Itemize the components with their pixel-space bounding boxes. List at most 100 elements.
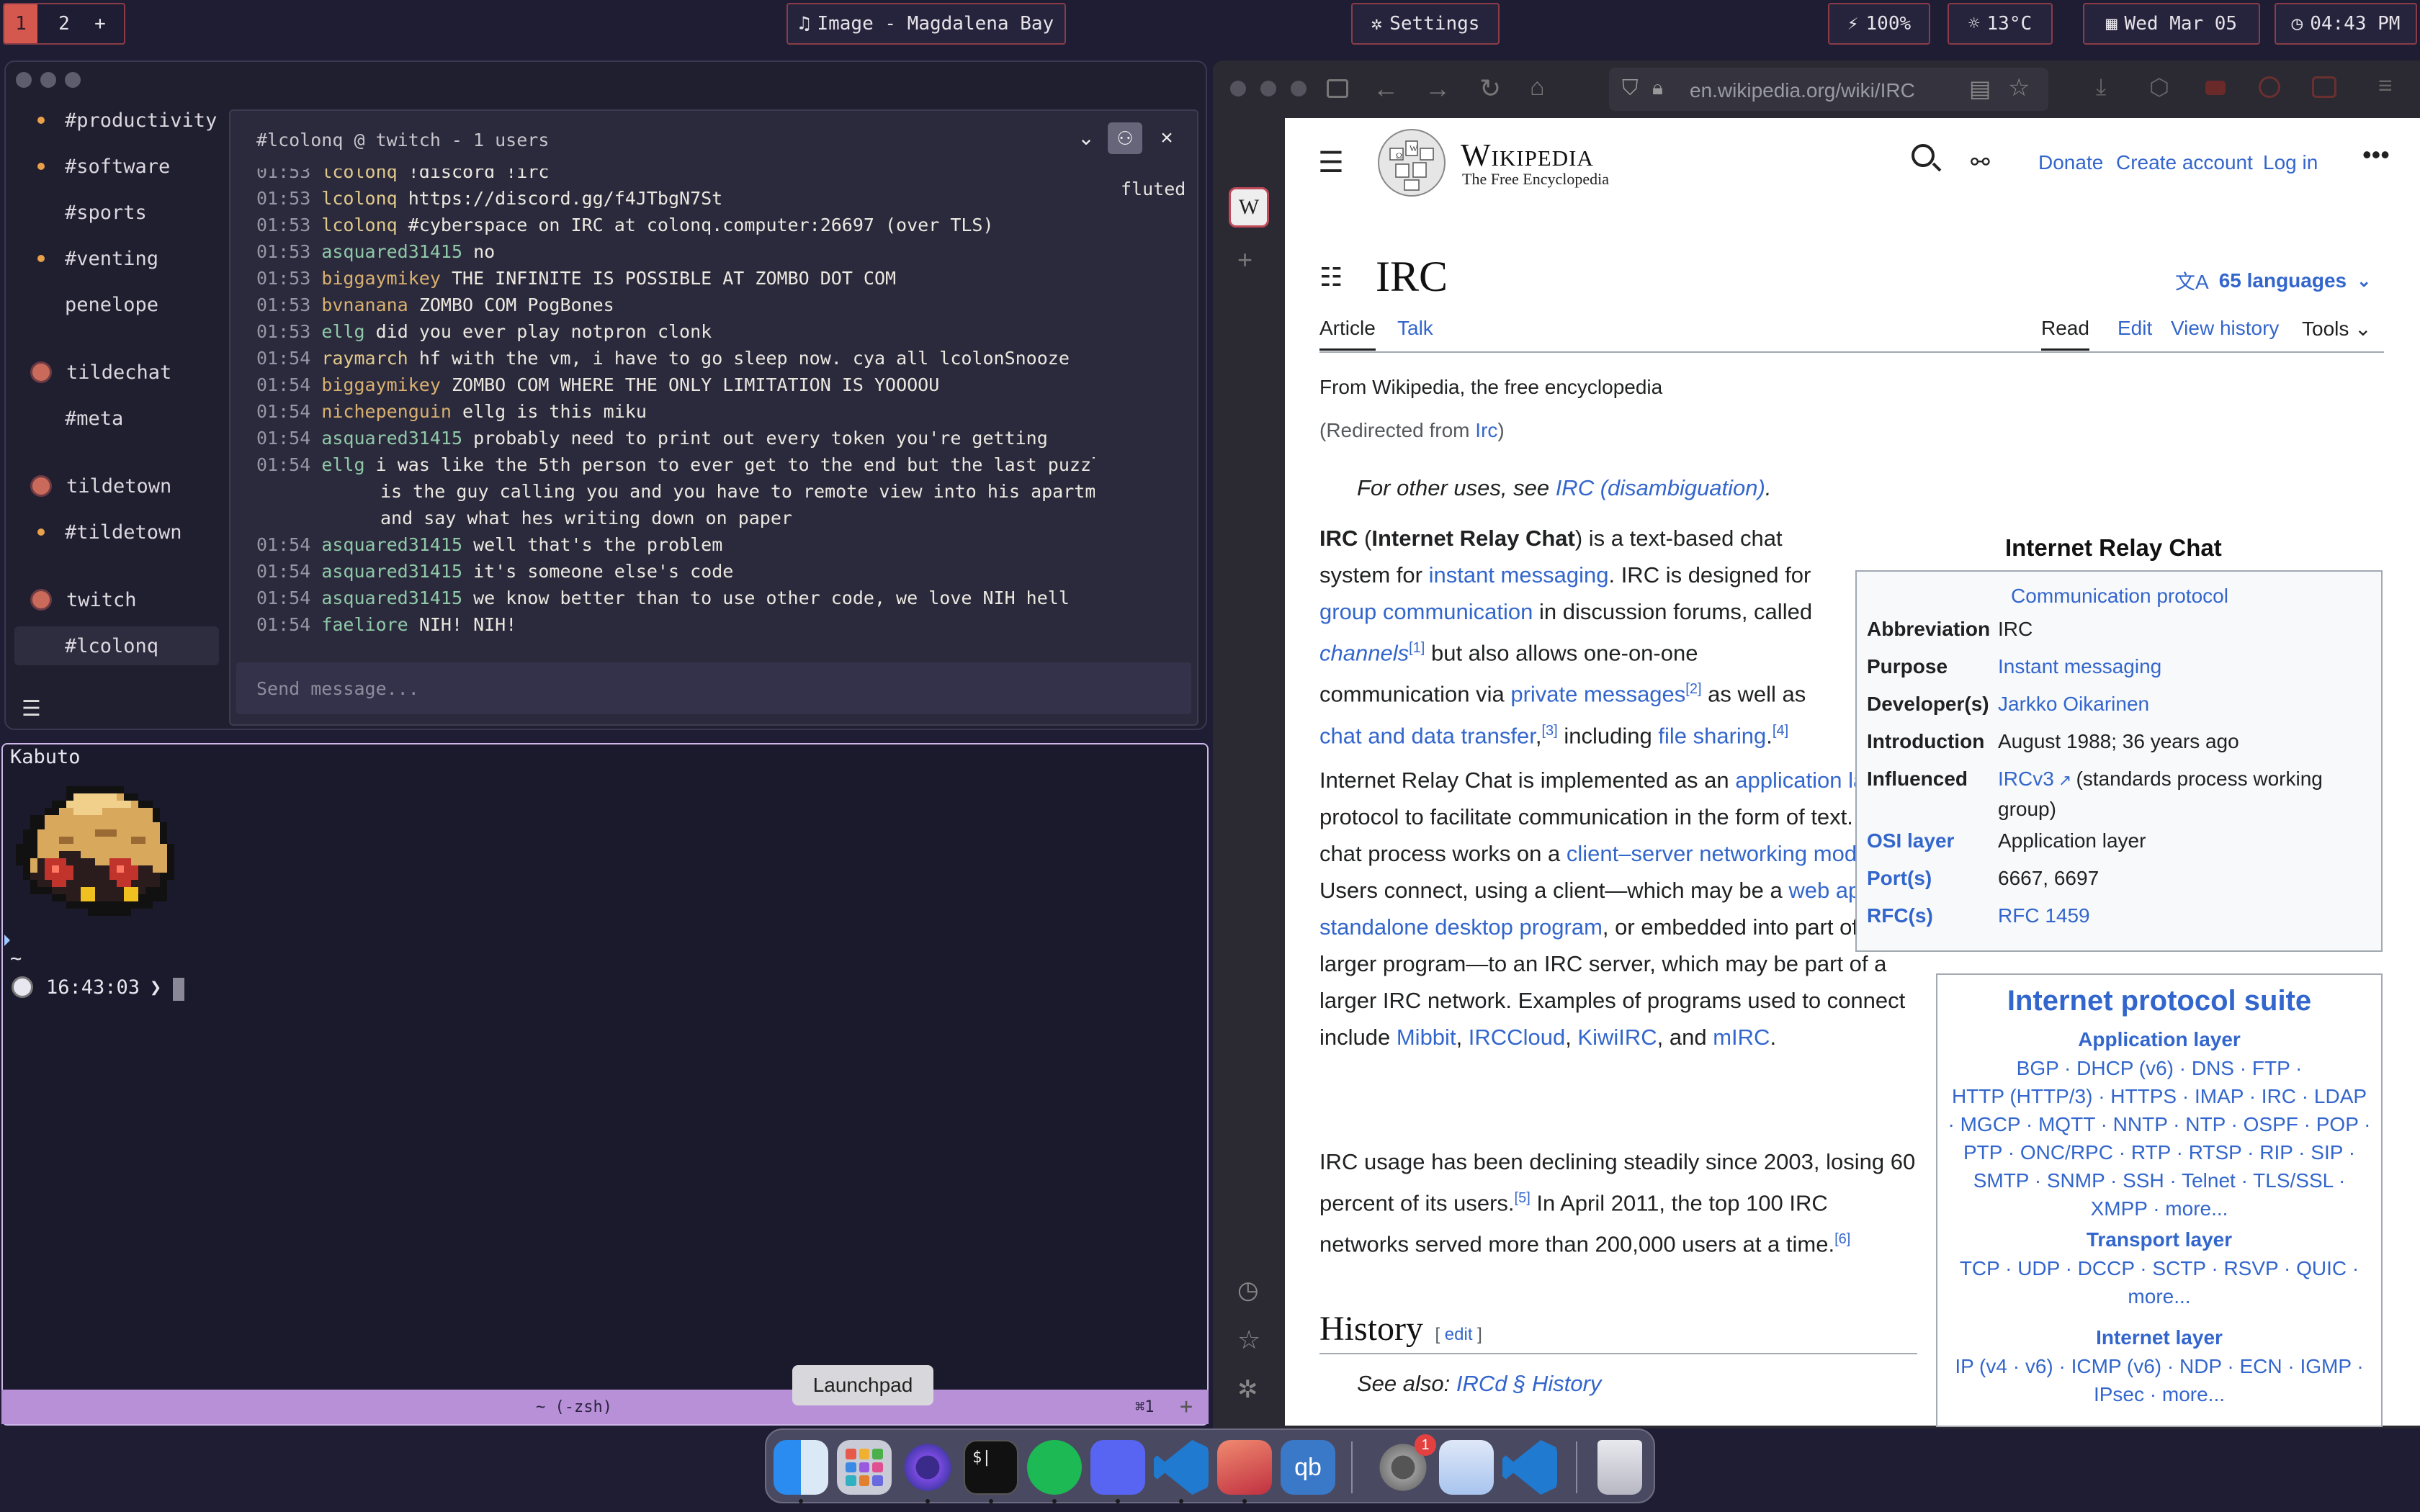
message-nick[interactable]: lcolonq [321,168,397,182]
protocol-list-line[interactable]: BGP · DHCP (v6) · DNS · FTP · [1937,1057,2381,1080]
channel-item[interactable]: #meta [14,399,219,438]
message-nick[interactable]: raymarch [321,348,408,369]
ircd-history-link[interactable]: IRCd § History [1456,1371,1602,1396]
channel-item[interactable]: twitch [14,580,219,619]
channel-item[interactable]: #venting [14,239,219,278]
ublock-extension-icon[interactable] [2312,76,2336,98]
message-nick[interactable]: ellg [321,321,364,342]
infobox-label[interactable]: RFC(s) [1867,904,1933,927]
infobox-value[interactable]: RFC 1459 [1998,901,2358,930]
channel-item[interactable]: tildetown [14,467,219,505]
wiki-link[interactable]: file sharing [1658,723,1766,748]
message-input[interactable]: Send message... [236,662,1191,714]
trash-icon[interactable] [1597,1440,1642,1495]
message-nick[interactable]: faeliore [321,614,408,635]
citation-link[interactable]: [2] [1685,681,1701,697]
citation-link[interactable]: [3] [1542,723,1558,739]
wiki-link[interactable]: private messages [1510,682,1685,707]
close-chat-icon[interactable]: × [1152,122,1181,154]
protocol-list-line[interactable]: more... [1937,1285,2381,1308]
message-nick[interactable]: asquared31415 [321,428,462,449]
message-nick[interactable]: biggaymikey [321,268,441,289]
create-account-link[interactable]: Create account [2116,151,2253,174]
message-nick[interactable]: ellg [321,454,364,475]
infobox-value[interactable]: Instant messaging [1998,652,2358,681]
terminal-tab-label[interactable]: ~ (-zsh) [536,1398,612,1416]
message-nick[interactable]: biggaymikey [321,374,441,395]
sidebar-toggle-icon[interactable] [1327,79,1348,98]
extension-badge-icon[interactable] [2259,76,2280,98]
protocol-list-line[interactable]: SMTP · SNMP · SSH · Telnet · TLS/SSL · [1937,1169,2381,1192]
vscode-recent-icon[interactable] [1502,1440,1557,1495]
donate-link[interactable]: Donate [2038,151,2103,174]
bookmarks-star-icon[interactable]: ☆ [1237,1325,1260,1355]
minimize-window-dot[interactable] [40,72,56,88]
tab-talk[interactable]: Talk [1397,317,1433,340]
infobox-value[interactable]: Jarkko Oikarinen [1998,690,2358,719]
cherry-app-icon[interactable] [1217,1440,1272,1495]
log-in-link[interactable]: Log in [2263,151,2318,174]
wiki-link[interactable]: channels [1319,640,1409,665]
infobox-label[interactable]: Port(s) [1867,867,1932,890]
vscode-icon[interactable] [1154,1440,1209,1495]
firefox-icon[interactable] [900,1440,955,1495]
citation-link[interactable]: [4] [1773,723,1788,739]
preview-icon[interactable] [1439,1440,1494,1495]
citation-link[interactable]: [5] [1515,1190,1531,1206]
citation-link[interactable]: [6] [1834,1231,1850,1247]
spotify-icon[interactable] [1027,1440,1082,1495]
message-nick[interactable]: lcolonq [321,188,397,209]
message-nick[interactable]: asquared31415 [321,241,462,262]
vertical-tab-wikipedia[interactable]: W [1229,187,1269,228]
wiki-link[interactable]: standalone desktop program [1319,914,1603,940]
disambiguation-link[interactable]: IRC (disambiguation) [1556,475,1765,500]
new-tab-button[interactable]: + [1180,1394,1193,1419]
wiki-link[interactable]: chat and data transfer [1319,723,1536,748]
action-view-history[interactable]: View history [2171,317,2279,340]
sidebar-settings-icon[interactable]: ✲ [1237,1375,1258,1404]
user-list-entry[interactable]: fluted [1121,179,1186,199]
protocol-list-line[interactable]: TCP · UDP · DCCP · SCTP · RSVP · QUIC · [1937,1257,2381,1280]
message-nick[interactable]: lcolonq [321,215,397,235]
bookmark-star-icon[interactable]: ☆ [2008,73,2030,102]
message-nick[interactable]: nichepenguin [321,401,452,422]
address-bar[interactable]: ⛉ 🔒︎ en.wikipedia.org/wiki/IRC ▤ ☆ [1609,68,2048,111]
youtube-extension-icon[interactable] [2205,81,2226,95]
downloads-icon[interactable]: ⤓ [2096,73,2106,101]
action-edit[interactable]: Edit [2118,317,2152,340]
hamburger-menu-icon[interactable]: ☰ [1318,148,1344,177]
internet-layer-title[interactable]: Internet layer [1937,1326,2381,1349]
message-nick[interactable]: asquared31415 [321,588,462,608]
protocol-list-line[interactable]: PTP · ONC/RPC · RTP · RTSP · RIP · SIP · [1937,1141,2381,1164]
channel-item[interactable]: #sports [14,193,219,232]
navbox-title[interactable]: Internet protocol suite [1937,985,2381,1017]
message-nick[interactable]: bvnanana [321,294,408,315]
discord-icon[interactable] [1090,1440,1145,1495]
protocol-list-line[interactable]: IP (v4 · v6) · ICMP (v6) · NDP · ECN · I… [1937,1355,2381,1378]
terminal-icon[interactable]: $| [964,1440,1018,1495]
date-indicator[interactable]: ▦ Wed Mar 05 [2083,3,2260,45]
launchpad-icon[interactable] [837,1440,892,1495]
reload-icon[interactable]: ↻ [1479,73,1501,104]
extension-icon[interactable]: ⬡ [2149,73,2169,101]
wiki-link[interactable]: mIRC [1713,1025,1770,1050]
home-icon[interactable]: ⌂ [1530,73,1545,102]
channel-item[interactable]: tildechat [14,353,219,392]
tab-article[interactable]: Article [1319,317,1376,351]
user-list-toggle-icon[interactable]: ⚇ [1108,122,1142,154]
settings-button[interactable]: ✲ Settings [1351,3,1500,45]
message-nick[interactable]: asquared31415 [321,534,462,555]
wiki-link[interactable]: IRCCloud [1469,1025,1565,1050]
menu-icon[interactable]: ☰ [22,698,43,720]
zoom-window-dot[interactable] [1291,81,1307,96]
search-icon[interactable] [1912,144,1935,167]
channel-item[interactable]: penelope [14,285,219,324]
wiki-link[interactable]: KiwiIRC [1577,1025,1657,1050]
battery-indicator[interactable]: ⚡ 100% [1828,3,1930,45]
channel-item[interactable]: #software [14,147,219,186]
action-tools[interactable]: Tools ⌄ [2302,317,2372,341]
action-read[interactable]: Read [2041,317,2089,351]
transport-layer-title[interactable]: Transport layer [1937,1228,2381,1251]
reader-view-icon[interactable]: ▤ [1969,75,1991,102]
wiki-link[interactable]: group communication [1319,599,1533,624]
